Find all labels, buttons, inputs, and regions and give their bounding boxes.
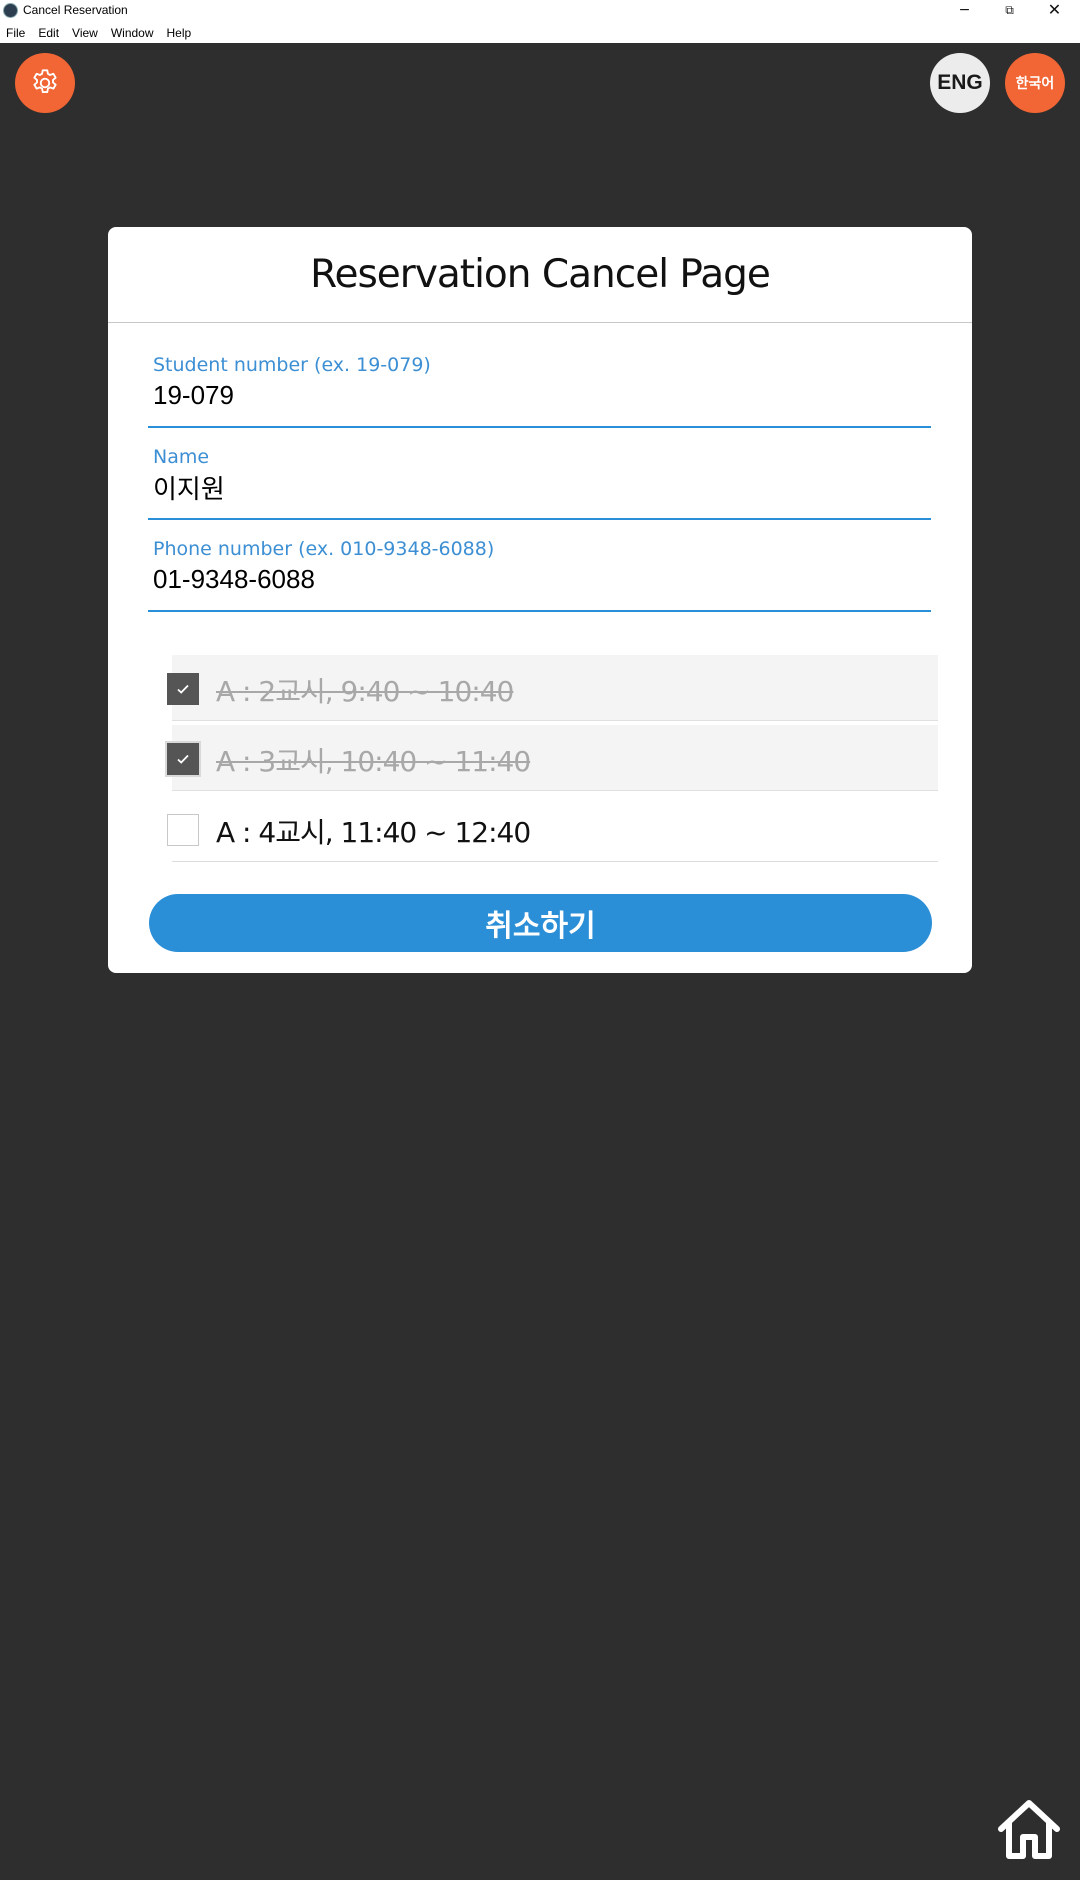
phone-number-input[interactable] — [153, 562, 923, 596]
student-number-label: Student number (ex. 19-079) — [153, 354, 431, 376]
menu-help[interactable]: Help — [167, 26, 192, 40]
check-icon — [177, 684, 189, 694]
slot-checkbox[interactable] — [167, 673, 199, 705]
menu-bar: File Edit View Window Help — [0, 22, 1080, 43]
home-icon — [998, 1800, 1060, 1859]
language-english-button[interactable]: ENG — [930, 53, 990, 113]
settings-button[interactable] — [15, 53, 75, 113]
cancel-card: Reservation Cancel Page Student number (… — [108, 227, 972, 973]
minimize-button[interactable]: − — [942, 0, 987, 22]
app-icon — [3, 3, 18, 18]
gear-icon — [33, 69, 57, 93]
student-number-field: Student number (ex. 19-079) — [148, 354, 931, 428]
slot-checkbox[interactable] — [167, 814, 199, 846]
slot-item[interactable]: A : 3교시, 10:40 ~ 11:40 — [167, 725, 938, 791]
phone-number-label: Phone number (ex. 010-9348-6088) — [153, 538, 495, 560]
name-field: Name — [148, 446, 931, 520]
menu-edit[interactable]: Edit — [38, 26, 59, 40]
card-header: Reservation Cancel Page — [108, 227, 972, 323]
slot-label: A : 4교시, 11:40 ~ 12:40 — [216, 816, 531, 849]
student-number-input[interactable] — [153, 378, 923, 412]
close-button[interactable]: ✕ — [1032, 0, 1077, 22]
slot-label: A : 2교시, 9:40 ~ 10:40 — [216, 675, 514, 708]
menu-view[interactable]: View — [72, 26, 98, 40]
menu-file[interactable]: File — [6, 26, 25, 40]
slot-item[interactable]: A : 2교시, 9:40 ~ 10:40 — [167, 655, 938, 721]
maximize-button[interactable]: ⧉ — [987, 0, 1032, 22]
language-korean-button[interactable]: 한국어 — [1005, 53, 1065, 113]
window-title: Cancel Reservation — [23, 3, 128, 17]
check-icon — [177, 754, 189, 764]
menu-window[interactable]: Window — [111, 26, 154, 40]
page-title: Reservation Cancel Page — [310, 252, 771, 297]
title-bar: Cancel Reservation − ⧉ ✕ — [0, 0, 1080, 22]
home-button[interactable] — [996, 1797, 1062, 1861]
slot-label: A : 3교시, 10:40 ~ 11:40 — [216, 745, 531, 778]
cancel-reservation-button[interactable]: 취소하기 — [149, 894, 932, 952]
name-label: Name — [153, 446, 210, 468]
phone-number-field: Phone number (ex. 010-9348-6088) — [148, 538, 931, 612]
slot-checkbox[interactable] — [167, 743, 199, 775]
slot-item[interactable]: A : 4교시, 11:40 ~ 12:40 — [167, 796, 938, 862]
name-input[interactable] — [153, 470, 923, 504]
